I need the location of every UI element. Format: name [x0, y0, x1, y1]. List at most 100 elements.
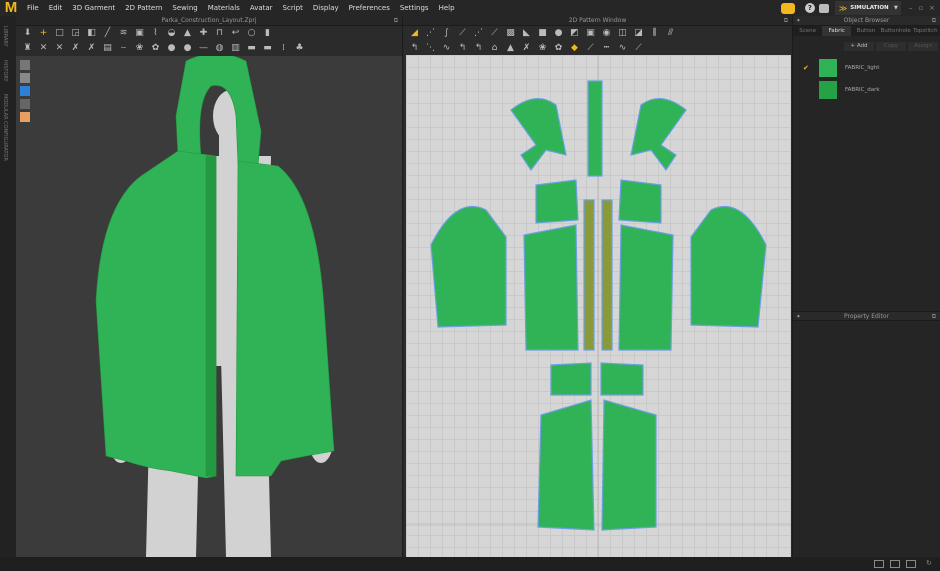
layer2-icon[interactable]: ▬ — [262, 43, 273, 54]
sew-icon[interactable]: ⌣ — [118, 43, 129, 54]
circle-icon[interactable]: ● — [182, 43, 193, 54]
edit-curve-icon[interactable]: ∫ — [441, 28, 452, 39]
trim-pattern-icon[interactable]: ❀ — [537, 43, 548, 54]
curvature-icon[interactable]: ⟋ — [457, 28, 468, 39]
menu-avatar[interactable]: Avatar — [245, 4, 278, 12]
pin-pattern-icon[interactable]: ✗ — [521, 43, 532, 54]
button-place-icon[interactable]: ✿ — [150, 43, 161, 54]
polygon-icon[interactable]: ◣ — [521, 28, 532, 39]
layout-single-icon[interactable] — [874, 560, 884, 568]
add-fabric-button[interactable]: + Add — [844, 42, 874, 51]
2d-pattern-canvas[interactable] — [406, 55, 791, 557]
display-skin-icon[interactable] — [20, 112, 30, 122]
copy-fabric-button[interactable]: Copy — [876, 42, 906, 51]
library-tab[interactable]: LIBRARY — [2, 26, 8, 47]
point-icon[interactable]: ● — [166, 43, 177, 54]
dart-icon[interactable]: ◫ — [617, 28, 628, 39]
simulate-icon[interactable]: ⬇ — [22, 28, 33, 39]
tape-icon[interactable]: ⌇ — [150, 28, 161, 39]
add-point-icon[interactable]: ⋰ — [473, 28, 484, 39]
menu-settings[interactable]: Settings — [395, 4, 434, 12]
internal-circle-icon[interactable]: ◉ — [601, 28, 612, 39]
edit-avatar-icon[interactable]: ✗ — [86, 43, 97, 54]
button-icon[interactable]: ✚ — [198, 28, 209, 39]
split-icon[interactable]: ⁞ — [278, 43, 289, 54]
popout-icon[interactable]: ⧉ — [394, 16, 398, 26]
garment-icon[interactable]: ▣ — [134, 28, 145, 39]
menu-sewing[interactable]: Sewing — [167, 4, 202, 12]
fold-arrange-icon[interactable]: ⫻ — [665, 28, 676, 39]
pleat-icon[interactable]: ⫼ — [649, 28, 660, 39]
trim-icon[interactable]: ❀ — [134, 43, 145, 54]
menu-display[interactable]: Display — [308, 4, 344, 12]
zipper-icon[interactable]: ⊓ — [214, 28, 225, 39]
internal-rectangle-icon[interactable]: ▣ — [585, 28, 596, 39]
dress-icon[interactable]: ▥ — [230, 43, 241, 54]
menu-edit[interactable]: Edit — [44, 4, 68, 12]
internal-polygon-icon[interactable]: ◩ — [569, 28, 580, 39]
layer-icon[interactable]: ▬ — [246, 43, 257, 54]
menu-help[interactable]: Help — [434, 4, 460, 12]
line-icon[interactable]: — — [198, 43, 209, 54]
segment-topstitch-icon[interactable]: ┅ — [601, 43, 612, 54]
avatar-shirt-icon[interactable] — [818, 3, 829, 13]
modular-configurator-tab[interactable]: MODULAR CONFIGURATOR — [2, 94, 8, 161]
internal-shape-icon[interactable]: ▩ — [505, 28, 516, 39]
shirt-pattern-icon[interactable]: ▲ — [505, 43, 516, 54]
segment-sewing-icon[interactable]: ↰ — [409, 43, 420, 54]
restore-button[interactable]: ▫ — [918, 4, 923, 12]
minimize-button[interactable]: – — [909, 4, 913, 12]
arrange-icon[interactable]: ✕ — [38, 43, 49, 54]
display-garment-icon[interactable] — [20, 60, 30, 70]
lock-icon[interactable]: ◍ — [214, 43, 225, 54]
history-tab[interactable]: HISTORY — [2, 60, 8, 82]
free-sewing-icon[interactable]: ⋱ — [425, 43, 436, 54]
measure-icon[interactable]: ↩ — [230, 28, 241, 39]
layout-quad-icon[interactable] — [906, 560, 916, 568]
3d-viewport[interactable] — [16, 53, 402, 557]
pin-panel-icon[interactable]: ➧ — [796, 312, 801, 322]
transform-pattern-icon[interactable]: ◢ — [409, 28, 420, 39]
menu-preferences[interactable]: Preferences — [344, 4, 395, 12]
tab-topstitch[interactable]: Topstitch — [911, 26, 940, 36]
layout-split-icon[interactable] — [890, 560, 900, 568]
free-topstitch-icon[interactable]: ∿ — [617, 43, 628, 54]
menu-file[interactable]: File — [22, 4, 44, 12]
menu-2d-pattern[interactable]: 2D Pattern — [120, 4, 167, 12]
help-icon[interactable]: ? — [804, 3, 815, 13]
m-n-sewing-icon[interactable]: ∿ — [441, 43, 452, 54]
curve-point-icon[interactable]: ⟋ — [489, 28, 500, 39]
tab-scene[interactable]: Scene — [793, 26, 822, 36]
puckering-icon[interactable]: ⟋ — [633, 43, 644, 54]
menu-materials[interactable]: Materials — [203, 4, 245, 12]
menu-3d-garment[interactable]: 3D Garment — [67, 4, 120, 12]
fabric-list-item[interactable]: ✔ FABRIC_light — [793, 57, 940, 79]
arrange-point-icon[interactable]: ✕ — [54, 43, 65, 54]
display-avatar-icon[interactable] — [20, 73, 30, 83]
menu-script[interactable]: Script — [278, 4, 308, 12]
pin-panel-icon[interactable]: ➧ — [796, 16, 801, 26]
iron-icon[interactable]: ◒ — [166, 28, 177, 39]
tab-button[interactable]: Button — [851, 26, 880, 36]
button-pattern-icon[interactable]: ✿ — [553, 43, 564, 54]
popout-icon[interactable]: ⧉ — [932, 312, 936, 322]
select-mesh-icon[interactable]: □ — [54, 28, 65, 39]
display-texture-icon[interactable] — [20, 86, 30, 96]
transform-icon[interactable]: ◲ — [70, 28, 81, 39]
tack-icon[interactable]: ↰ — [473, 43, 484, 54]
topstitch-icon[interactable]: ⟋ — [585, 43, 596, 54]
ruler-icon[interactable]: ▮ — [262, 28, 273, 39]
tab-fabric[interactable]: Fabric — [822, 26, 852, 36]
fold-icon[interactable]: ◧ — [86, 28, 97, 39]
display-mesh-icon[interactable] — [20, 99, 30, 109]
select-move-icon[interactable]: + — [38, 28, 49, 39]
fit-icon[interactable]: ♣ — [294, 43, 305, 54]
cloud-icon[interactable] — [780, 2, 795, 14]
assign-fabric-button[interactable]: Assign — [908, 42, 938, 51]
check-sewing-icon[interactable]: ↰ — [457, 43, 468, 54]
trace-icon[interactable]: ◪ — [633, 28, 644, 39]
popout-icon[interactable]: ⧉ — [932, 16, 936, 26]
popout-icon[interactable]: ⧉ — [784, 16, 788, 26]
gusset-icon[interactable]: ⌂ — [489, 43, 500, 54]
pin-avatar-icon[interactable]: ✗ — [70, 43, 81, 54]
